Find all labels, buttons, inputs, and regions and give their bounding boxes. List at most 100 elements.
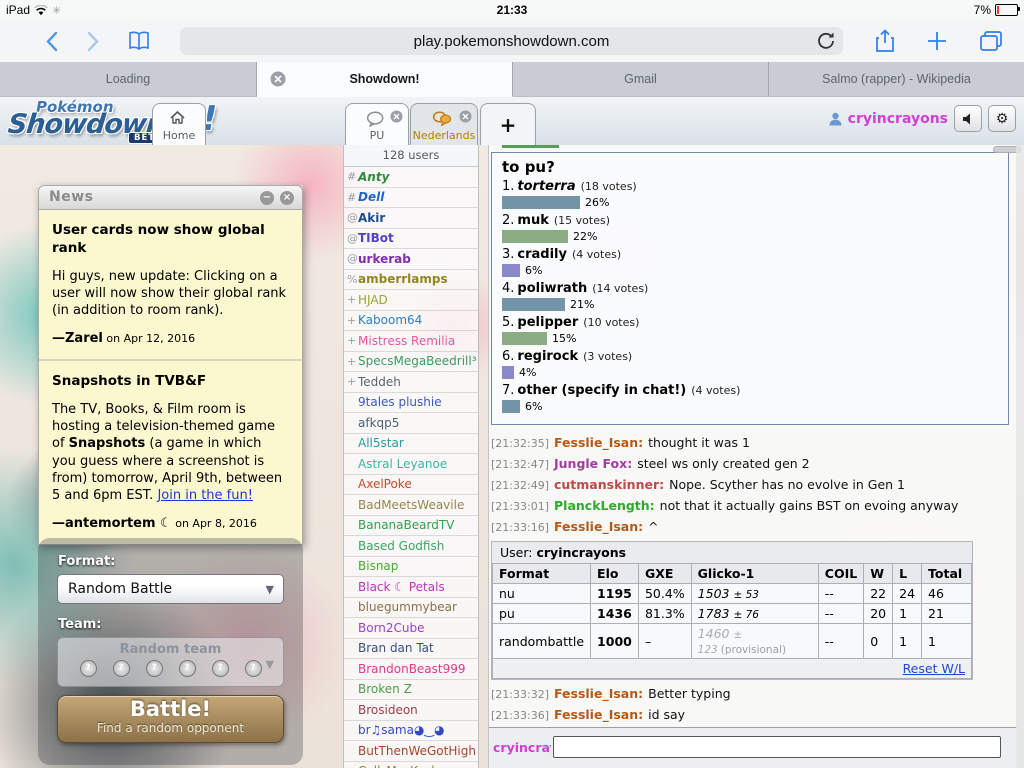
share-icon[interactable] <box>872 28 898 54</box>
poll-option[interactable]: 3.cradily(4 votes)6% <box>502 247 998 277</box>
chat-text: thought it was 1 <box>648 435 750 450</box>
tabs-icon[interactable] <box>978 28 1004 54</box>
cell-gxe: 81.3% <box>638 604 691 624</box>
userlist-row[interactable]: Astral Leyanoe <box>344 454 478 475</box>
poll-option[interactable]: 7.other (specify in chat!)(4 votes)6% <box>502 383 998 413</box>
new-tab-button[interactable] <box>924 28 950 54</box>
format-select[interactable]: Random Battle ▼ <box>57 574 284 604</box>
settings-button[interactable]: ⚙ <box>988 105 1016 132</box>
close-icon[interactable]: × <box>280 191 294 205</box>
team-label: Team: <box>58 617 101 632</box>
userlist-row[interactable]: #Dell <box>344 188 478 209</box>
join-room-button[interactable]: + <box>480 103 536 145</box>
chat-text: steel ws only created gen 2 <box>637 456 809 471</box>
poll-option[interactable]: 6.regirock(3 votes)4% <box>502 349 998 379</box>
userlist-row[interactable]: +Kaboom64 <box>344 311 478 332</box>
chat-username[interactable]: Jungle Fox: <box>554 456 632 471</box>
chat-message: [21:32:35]Fesslie_Isan:thought it was 1 <box>491 432 1011 453</box>
chat-room: to pu? 1.torterra(18 votes)26%2.muk(15 v… <box>488 145 1016 768</box>
poll-option-votes: (3 votes) <box>583 350 632 363</box>
reload-icon[interactable] <box>817 31 835 51</box>
userlist-row[interactable]: @urkerab <box>344 249 478 270</box>
poll-option[interactable]: 5.pelipper(10 votes)15% <box>502 315 998 345</box>
chat-username[interactable]: Fesslie_Isan: <box>554 435 643 450</box>
userlist-row[interactable]: @TIBot <box>344 229 478 250</box>
userlist-row[interactable]: Bran dan Tat <box>344 639 478 660</box>
rank-symbol: % <box>347 273 358 286</box>
minimize-icon[interactable]: − <box>260 191 274 205</box>
browser-tab-gmail[interactable]: Gmail <box>513 62 769 96</box>
poll-option[interactable]: 2.muk(15 votes)22% <box>502 213 998 243</box>
poll-option-votes: (15 votes) <box>554 214 610 227</box>
scrolled-poll-remnant <box>502 145 559 148</box>
cell-total: 21 <box>922 604 972 624</box>
chat-input[interactable] <box>553 736 1001 758</box>
table-row: nu119550.4%1503 ± 53--222446 <box>493 584 972 604</box>
back-button[interactable] <box>38 28 64 54</box>
userlist-row[interactable]: Bisnap <box>344 557 478 578</box>
close-room-icon[interactable] <box>459 110 472 123</box>
userlist-row[interactable]: afkqp5 <box>344 413 478 434</box>
userlist-row[interactable]: BrandonBeast999 <box>344 659 478 680</box>
chat-message: [21:32:49]cutmanskinner:Nope. Scyther ha… <box>491 474 1011 495</box>
bookmarks-icon[interactable] <box>126 28 152 54</box>
userlist-row[interactable]: ButThenWeGotHigh <box>344 741 478 762</box>
userlist-row[interactable]: Based Godfish <box>344 536 478 557</box>
tab-home[interactable]: Home <box>152 103 206 145</box>
userlist-count-button[interactable]: 128 users <box>344 145 478 167</box>
userlist-row[interactable]: BadMeetsWeavile <box>344 495 478 516</box>
chat-username[interactable]: cutmanskinner: <box>554 477 664 492</box>
userlist-row[interactable]: +Mistress Remilia <box>344 331 478 352</box>
userlist-row[interactable]: +HJAD <box>344 290 478 311</box>
poll-option[interactable]: 1.torterra(18 votes)26% <box>502 179 998 209</box>
chat-username[interactable]: Fesslie_Isan: <box>554 707 643 722</box>
forward-button[interactable] <box>80 28 106 54</box>
userlist-row[interactable]: bluegummybear <box>344 598 478 619</box>
tab-room-pu[interactable]: PU <box>345 103 409 145</box>
poll-option[interactable]: 4.poliwrath(14 votes)21% <box>502 281 998 311</box>
userlist-row[interactable]: Call_Me_Kush <box>344 762 478 768</box>
reset-wl-link[interactable]: Reset W/L <box>903 661 965 676</box>
browser-tab-loading[interactable]: Loading <box>0 62 257 96</box>
cell-coil: -- <box>818 604 863 624</box>
userlist-row[interactable]: +Teddeh <box>344 372 478 393</box>
chat-username[interactable]: Fesslie_Isan: <box>554 686 643 701</box>
userlist-row[interactable]: BananaBeardTV <box>344 516 478 537</box>
userlist-row[interactable]: %amberrlamps <box>344 270 478 291</box>
battle-button[interactable]: Battle! Find a random opponent <box>57 695 284 743</box>
userlist-row[interactable]: @Akir <box>344 208 478 229</box>
chat-message: [21:32:47]Jungle Fox:steel ws only creat… <box>491 453 1011 474</box>
browser-tab-showdown[interactable]: Showdown! <box>257 62 513 97</box>
poll-option-votes: (18 votes) <box>581 180 637 193</box>
cell-glicko: 1503 ± 53 <box>691 584 818 604</box>
userlist-row[interactable]: All5star <box>344 434 478 455</box>
current-username[interactable]: cryincrayons <box>848 111 948 127</box>
url-field[interactable]: play.pokemonshowdown.com <box>180 27 843 55</box>
userlist-row[interactable]: br♫sama◕‿◕ <box>344 721 478 742</box>
team-select[interactable]: Random team ? ? ? ? ? ? ▼ <box>57 637 284 687</box>
userlist-row[interactable]: Brosideon <box>344 700 478 721</box>
userlist-row[interactable]: AxelPoke <box>344 475 478 496</box>
join-fun-link[interactable]: Join in the fun! <box>157 488 253 503</box>
userlist-row[interactable]: +SpecsMegaBeedrill³ <box>344 352 478 373</box>
poll-percent: 4% <box>519 366 536 379</box>
userlist-row[interactable]: Black ☾ Petals <box>344 577 478 598</box>
mute-button[interactable] <box>954 105 982 132</box>
poll-bar-row: 15% <box>502 332 998 345</box>
userlist-row[interactable]: #Anty <box>344 167 478 188</box>
userlist-row[interactable]: Born2Cube <box>344 618 478 639</box>
rank-symbol: @ <box>347 232 358 245</box>
userlist-row[interactable]: Broken Z <box>344 680 478 701</box>
browser-tab-wikipedia[interactable]: Salmo (rapper) - Wikipedia <box>769 62 1024 96</box>
cell-format: pu <box>493 604 591 624</box>
poll-bar <box>502 366 514 379</box>
chat-log: [21:32:35]Fesslie_Isan:thought it was 1[… <box>491 432 1011 537</box>
username: Broken Z <box>358 682 412 696</box>
chat-username[interactable]: Fesslie_Isan: <box>554 519 643 534</box>
close-tab-icon[interactable] <box>270 71 286 87</box>
tab-room-nederlands[interactable]: Nederlands <box>410 103 478 145</box>
chat-username[interactable]: PlanckLength: <box>554 498 655 513</box>
rank-symbol: + <box>347 293 358 306</box>
close-room-icon[interactable] <box>390 110 403 123</box>
userlist-row[interactable]: 9tales plushie <box>344 393 478 414</box>
